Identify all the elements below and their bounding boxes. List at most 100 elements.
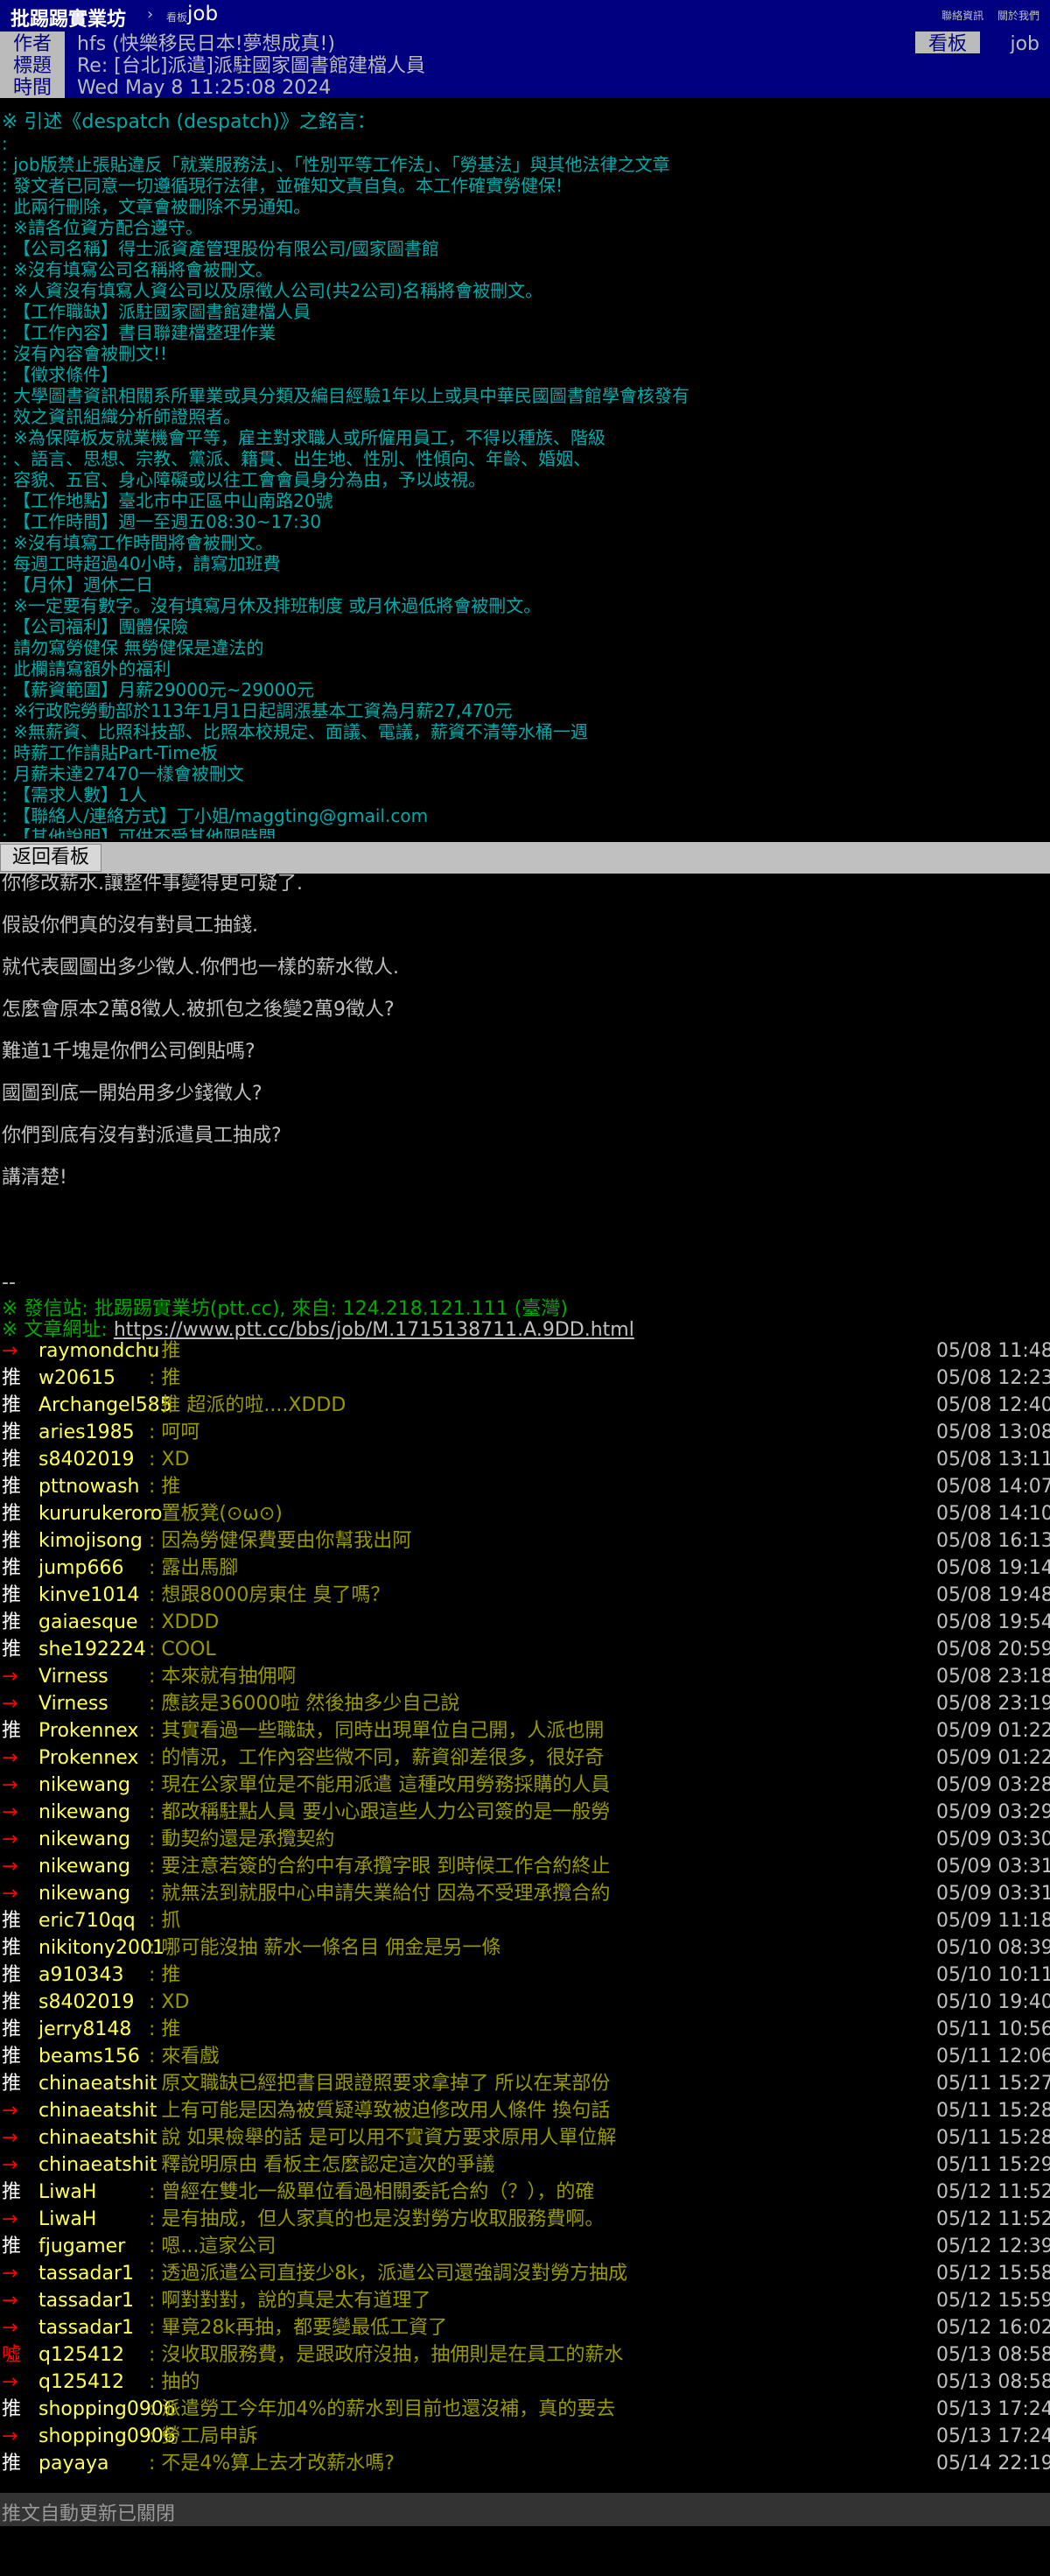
push-time: 05/11 15:28 [936, 2127, 1050, 2149]
push-row: → chinaeatshit: 釋說明原由 看板主怎麼認定這次的爭議 05/11 1… [0, 2151, 1050, 2179]
push-content: : 推 超派的啦....XDDD [149, 1394, 346, 1416]
push-user[interactable]: jump666 [38, 1555, 123, 1582]
push-user[interactable]: nikitony2001 [38, 1934, 164, 1962]
push-row: 推 jerry8148: 推 05/11 10:56 [0, 2016, 1050, 2043]
about-link[interactable]: 關於我們 [998, 10, 1040, 22]
quote-line: : ※一定要有數字。沒有填寫月休及排班制度 或月休過低將會被刪文。 [2, 595, 542, 616]
push-user[interactable]: chinaeatshit [38, 2070, 157, 2097]
push-time: 05/08 12:40 [936, 1394, 1050, 1416]
push-user[interactable]: nikewang [38, 1880, 130, 1907]
push-tag: → [2, 2425, 18, 2447]
push-user[interactable]: q125412 [38, 2341, 124, 2369]
push-user[interactable]: w20615 [38, 1365, 116, 1392]
quote-line: : ※行政院勞動部於113年1月1日起調漲基本工資為月薪27,470元 [2, 700, 513, 721]
board-name-link[interactable]: job [187, 3, 218, 25]
push-user[interactable]: chinaeatshit [38, 2124, 157, 2151]
push-row: → chinaeatshit: 說 如果檢舉的話 是可以用不實資方要求原用人單位解… [0, 2124, 1050, 2151]
signature-dash: -- [2, 1272, 16, 1294]
push-user[interactable]: a910343 [38, 1962, 123, 1989]
breadcrumb-separator: › [147, 5, 154, 24]
push-content: : 啊對對對，說的真是太有道理了 [149, 2290, 431, 2312]
push-content: : 應該是36000啦 然後抽多少自己說 [149, 1693, 460, 1715]
push-user[interactable]: kinve1014 [38, 1582, 139, 1609]
push-user[interactable]: fjugamer [38, 2233, 125, 2260]
site-brand-link[interactable]: 批踢踢實業坊 [10, 4, 126, 32]
push-time: 05/10 10:11 [936, 1964, 1050, 1986]
push-row: 推 beams156: 來看戲 05/11 12:06 [0, 2043, 1050, 2070]
push-row: → raymondchu: 推 05/08 11:48 [0, 1337, 1050, 1365]
push-tag: → [2, 2263, 18, 2285]
push-user[interactable]: gaiaesque [38, 1609, 137, 1636]
push-user[interactable]: Virness [38, 1690, 108, 1717]
push-tag: → [2, 1666, 18, 1688]
push-time: 05/11 15:27 [936, 2073, 1050, 2095]
push-user[interactable]: she192224 [38, 1636, 146, 1663]
push-tag: 噓 [2, 2344, 22, 2366]
push-user[interactable]: beams156 [38, 2043, 140, 2070]
push-time: 05/08 13:08 [936, 1421, 1050, 1443]
push-user[interactable]: LiwaH [38, 2206, 96, 2233]
push-row: 推 pttnowash: 推 05/08 14:07 [0, 1473, 1050, 1500]
quote-line: : 【薪資範圍】月薪29000元~29000元 [2, 679, 315, 700]
push-row: 推 nikitony2001: 哪可能沒抽 薪水一條名目 佣金是另一條 05/10 … [0, 1934, 1050, 1962]
push-tag: 推 [2, 1720, 22, 1742]
push-user[interactable]: chinaeatshit [38, 2097, 157, 2124]
push-user[interactable]: LiwaH [38, 2179, 96, 2206]
push-user[interactable]: chinaeatshit [38, 2151, 157, 2179]
push-row: 推 chinaeatshit: 原文職缺已經把書目跟證照要求拿掉了 所以在某部份 0… [0, 2070, 1050, 2097]
push-row: 推 gaiaesque: XDDD 05/08 19:54 [0, 1609, 1050, 1636]
push-user[interactable]: nikewang [38, 1826, 130, 1853]
body-line: 就代表國圖出多少徵人.你們也一樣的薪水徵人. [2, 957, 399, 979]
contact-link[interactable]: 聯絡資訊 [942, 10, 984, 22]
push-tag: 推 [2, 1639, 22, 1660]
push-tag: 推 [2, 2073, 22, 2095]
push-content: : 來看戲 [149, 2046, 220, 2067]
push-user[interactable]: tassadar1 [38, 2287, 134, 2314]
push-user[interactable]: eric710qq [38, 1907, 136, 1934]
push-tag: → [2, 1801, 18, 1823]
quote-line: : 【其他說明】可供不受其他限時間 [2, 826, 276, 839]
push-time: 05/12 11:52 [936, 2181, 1050, 2203]
quote-line: : 【公司福利】團體保險 [2, 616, 189, 637]
push-time: 05/08 14:07 [936, 1476, 1050, 1498]
quote-line: : 月薪未達27470一樣會被刪文 [2, 763, 244, 784]
push-user[interactable]: aries1985 [38, 1419, 135, 1446]
push-content: : COOL [149, 1639, 216, 1660]
push-tag: → [2, 1340, 18, 1362]
quote-line: : 效之資訊組織分析師證照者。 [2, 406, 242, 427]
push-user[interactable]: payaya [38, 2450, 108, 2477]
push-time: 05/11 10:56 [936, 2018, 1050, 2040]
auto-update-status: 推文自動更新已關閉 [2, 2503, 176, 2525]
push-user[interactable]: tassadar1 [38, 2314, 134, 2341]
push-user[interactable]: kimojisong [38, 1527, 143, 1555]
push-user[interactable]: q125412 [38, 2369, 124, 2396]
meta-author-row: 作者 hfs (快樂移民日本!夢想成真!) 看板 job [0, 32, 1050, 53]
push-user[interactable]: s8402019 [38, 1446, 134, 1473]
back-to-board-button[interactable]: 返回看板 [0, 844, 102, 872]
quote-line: : 【工作職缺】派駐國家圖書館建檔人員 [2, 301, 312, 322]
push-time: 05/08 14:10 [936, 1503, 1050, 1525]
quote-line: : 【公司名稱】得士派資產管理股份有限公司/國家圖書館 [2, 238, 439, 259]
push-content: : XD [149, 1449, 190, 1470]
push-user[interactable]: Prokennex [38, 1717, 138, 1744]
post-body: 你修改薪水.讓整件事變得更可疑了. 假設你們真的沒有對員工抽錢. 就代表國圖出多… [0, 874, 1050, 1210]
push-user[interactable]: tassadar1 [38, 2260, 134, 2287]
push-user[interactable]: s8402019 [38, 1989, 134, 2016]
push-tag: 推 [2, 1991, 22, 2013]
push-user[interactable]: Prokennex [38, 1744, 138, 1772]
push-user[interactable]: raymondchu [38, 1337, 159, 1365]
push-row: → q125412: 抽的 05/13 08:58 [0, 2369, 1050, 2396]
push-tag: 推 [2, 2046, 22, 2067]
push-user[interactable]: nikewang [38, 1772, 130, 1799]
push-user[interactable]: kururukeroro [38, 1500, 163, 1527]
push-time: 05/08 23:18 [936, 1666, 1050, 1688]
push-row: → nikewang: 現在公家單位是不能用派遣 這種改用勞務採購的人員 05/09… [0, 1772, 1050, 1799]
quote-line: : 、語言、思想、宗教、黨派、籍貫、出生地、性別、性傾向、年齡、婚姻、 [2, 448, 592, 469]
push-user[interactable]: Virness [38, 1663, 108, 1690]
push-user[interactable]: nikewang [38, 1853, 130, 1880]
push-user[interactable]: pttnowash [38, 1473, 140, 1500]
push-tag: 推 [2, 1910, 22, 1932]
push-user[interactable]: nikewang [38, 1799, 130, 1826]
push-user[interactable]: jerry8148 [38, 2016, 131, 2043]
push-content: : 原文職缺已經把書目跟證照要求拿掉了 所以在某部份 [149, 2073, 611, 2095]
